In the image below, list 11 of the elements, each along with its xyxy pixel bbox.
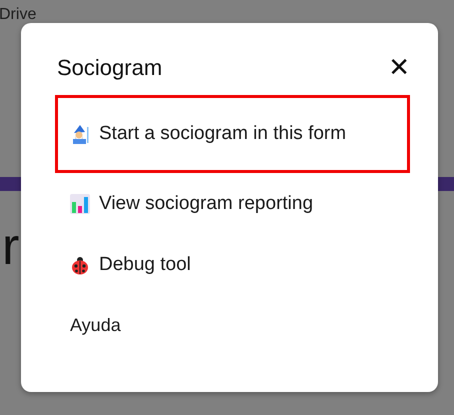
dialog-title: Sociogram bbox=[57, 55, 162, 81]
menu-item[interactable]: Debug tool bbox=[58, 254, 191, 276]
wizard-icon bbox=[70, 124, 90, 144]
heading-text: r bbox=[2, 221, 20, 273]
menu-item[interactable]: Ayuda bbox=[58, 315, 121, 336]
ladybug-icon bbox=[70, 254, 90, 274]
close-button[interactable]: ✕ bbox=[388, 55, 410, 81]
menu-item[interactable]: View sociogram reporting bbox=[58, 192, 314, 214]
menu-item[interactable]: Start a sociogram in this form bbox=[58, 123, 346, 145]
app-title: Drive bbox=[0, 5, 38, 24]
bar-chart-icon bbox=[70, 194, 90, 214]
